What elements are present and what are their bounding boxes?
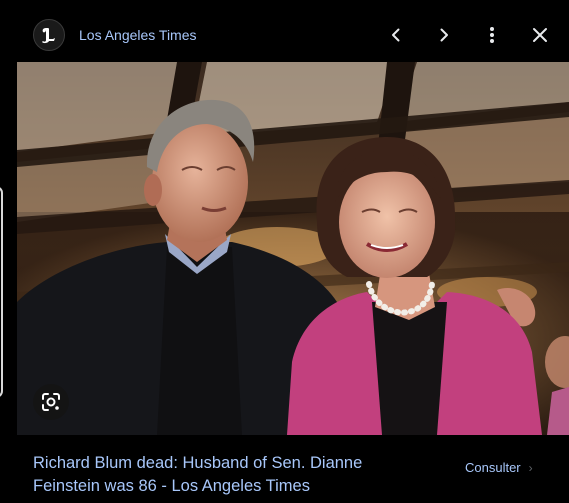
- next-button[interactable]: [430, 21, 458, 49]
- los-angeles-times-logo-icon: [42, 28, 55, 44]
- close-button[interactable]: [526, 21, 554, 49]
- side-panel-handle[interactable]: [0, 186, 3, 398]
- image-title-link[interactable]: Richard Blum dead: Husband of Sen. Diann…: [33, 452, 433, 498]
- chevron-right-icon: [440, 28, 448, 42]
- viewer-header: Los Angeles Times: [0, 0, 569, 62]
- previous-button[interactable]: [382, 21, 410, 49]
- more-vertical-icon: [490, 27, 494, 43]
- chevron-right-icon: ›: [528, 461, 533, 475]
- visit-button[interactable]: Consulter ›: [465, 460, 533, 476]
- chevron-left-icon: [392, 28, 400, 42]
- photo-illustration: [17, 62, 569, 435]
- close-icon: [533, 28, 547, 42]
- source-logo[interactable]: [33, 19, 65, 51]
- source-name-link[interactable]: Los Angeles Times: [79, 26, 197, 44]
- image-viewer-panel: Los Angeles Times Richard Blum dead: Hus…: [0, 0, 569, 503]
- lens-search-button[interactable]: [33, 384, 69, 420]
- lens-search-icon: [42, 393, 60, 411]
- more-options-button[interactable]: [478, 21, 506, 49]
- visit-label: Consulter: [465, 460, 521, 475]
- preview-image[interactable]: [17, 62, 569, 435]
